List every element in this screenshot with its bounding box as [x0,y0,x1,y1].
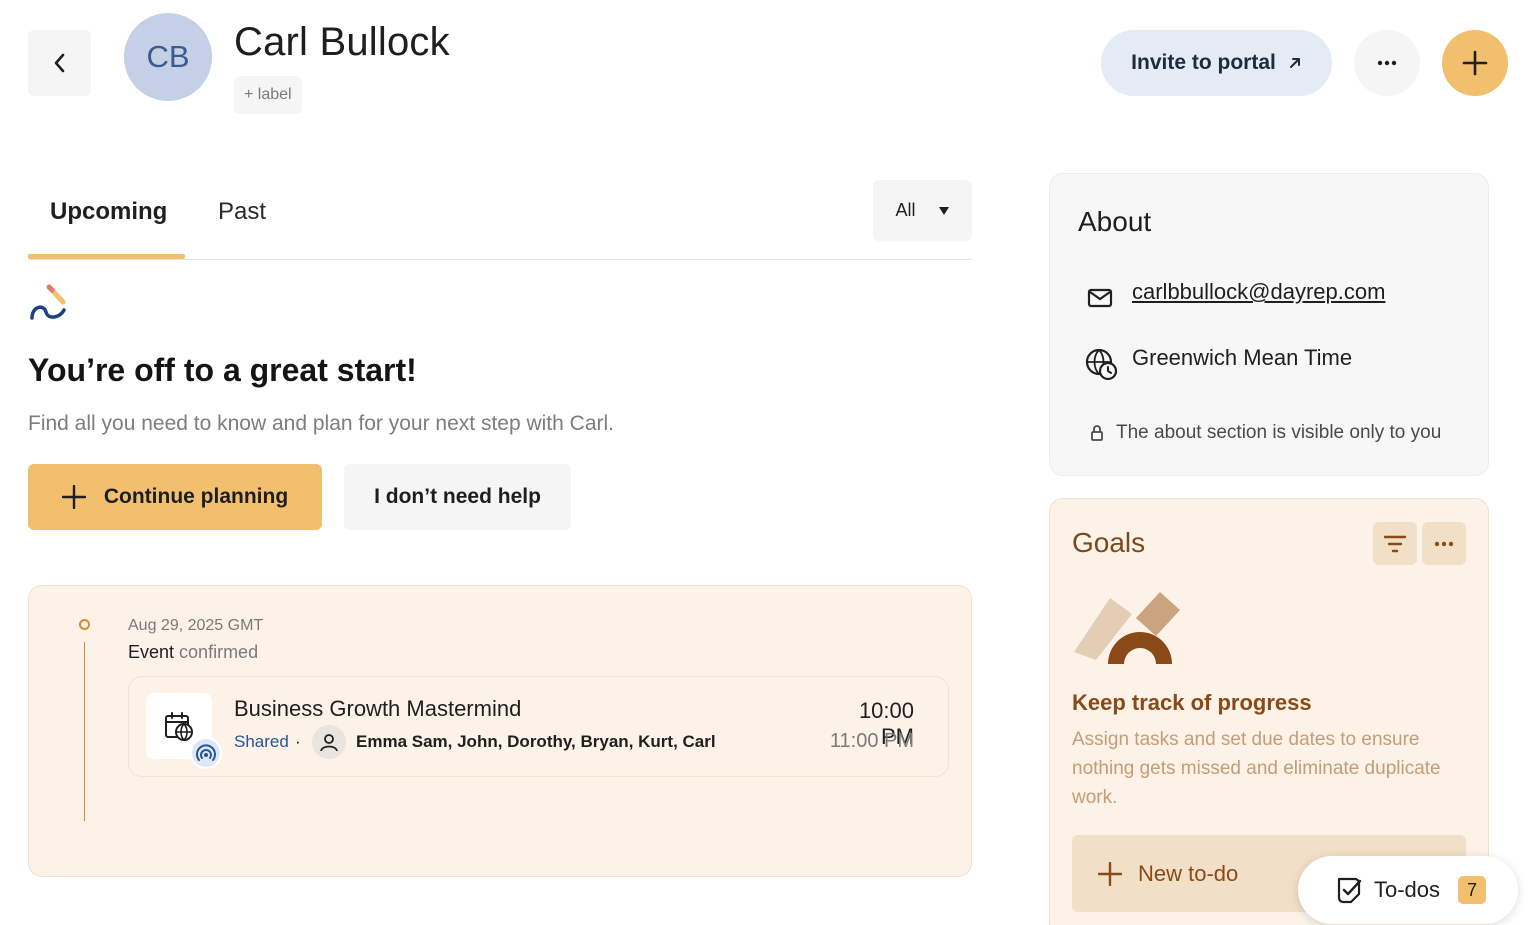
todos-count-badge: 7 [1458,876,1487,904]
goals-title: Goals [1072,527,1146,558]
filter-dropdown[interactable]: All [873,180,972,241]
filter-value: All [895,200,916,220]
goals-illustration [1074,592,1180,664]
timeline-status-word: confirmed [179,642,259,662]
caret-down-icon [938,206,949,215]
dont-need-help-button[interactable]: I don’t need help [344,464,571,530]
attendees-avatar [312,725,346,759]
separator-dot: · [295,732,301,751]
broadcast-badge [190,737,222,769]
continue-planning-button[interactable]: Continue planning [28,464,322,530]
tabs-divider [28,259,972,260]
filter-icon [1383,535,1407,552]
empty-state-headline: You’re off to a great start! [28,352,417,388]
plus-icon [1462,50,1488,76]
empty-state-subtext: Find all you need to know and plan for y… [28,412,614,435]
timeline-status-prefix: Event [128,642,175,662]
add-new-button[interactable] [1442,30,1508,96]
email-link[interactable]: carlbbullock@dayrep.com [1132,279,1385,305]
invite-label: Invite to portal [1131,51,1276,74]
tab-upcoming[interactable]: Upcoming [50,198,167,226]
goals-more-button[interactable] [1422,522,1466,565]
event-end-time: 11:00 PM [829,730,914,752]
timezone-value: Greenwich Mean Time [1132,345,1353,370]
goals-heading: Keep track of progress [1072,690,1312,715]
event-title[interactable]: Business Growth Mastermind [234,696,521,722]
invite-to-portal-button[interactable]: Invite to portal [1101,30,1332,96]
todos-floating-button[interactable]: To-dos 7 [1298,856,1518,924]
broadcast-icon [196,744,216,761]
event-visibility: Shared [234,732,289,751]
timeline-dot [79,619,90,630]
add-label-chip[interactable]: + label [234,76,302,114]
page-title: Carl Bullock [234,20,450,64]
plus-icon [61,485,86,509]
avatar-initials: CB [146,39,190,74]
tab-past[interactable]: Past [218,198,266,226]
continue-planning-label: Continue planning [103,485,289,508]
ellipsis-icon [1377,60,1397,66]
todos-label: To-dos [1374,877,1441,902]
goals-filter-button[interactable] [1373,522,1417,565]
timeline-date: Aug 29, 2025 GMT [128,617,264,634]
ellipsis-icon [1434,541,1454,546]
arrow-up-right-icon [1289,58,1300,68]
about-privacy-note: The about section is visible only to you [1116,422,1442,443]
back-button[interactable] [28,30,91,96]
squiggle-icon [30,284,66,320]
lock-icon [1091,425,1103,441]
mail-icon [1087,288,1113,308]
goals-description: Assign tasks and set due dates to ensure… [1072,729,1441,808]
more-options-button[interactable] [1354,30,1420,96]
timeline-line [84,642,85,821]
todo-check-icon [1337,877,1362,904]
timeline-status: Event confirmed [128,642,258,663]
calendar-globe-icon [165,712,193,741]
plus-icon [1098,861,1122,886]
event-attendees: Emma Sam, John, Dorothy, Bryan, Kurt, Ca… [356,732,716,751]
chevron-left-icon [54,53,64,73]
about-title: About [1078,206,1152,237]
person-icon [320,734,338,752]
new-todo-label: New to-do [1138,860,1239,886]
avatar: CB [124,13,212,101]
globe-clock-icon [1085,348,1118,381]
